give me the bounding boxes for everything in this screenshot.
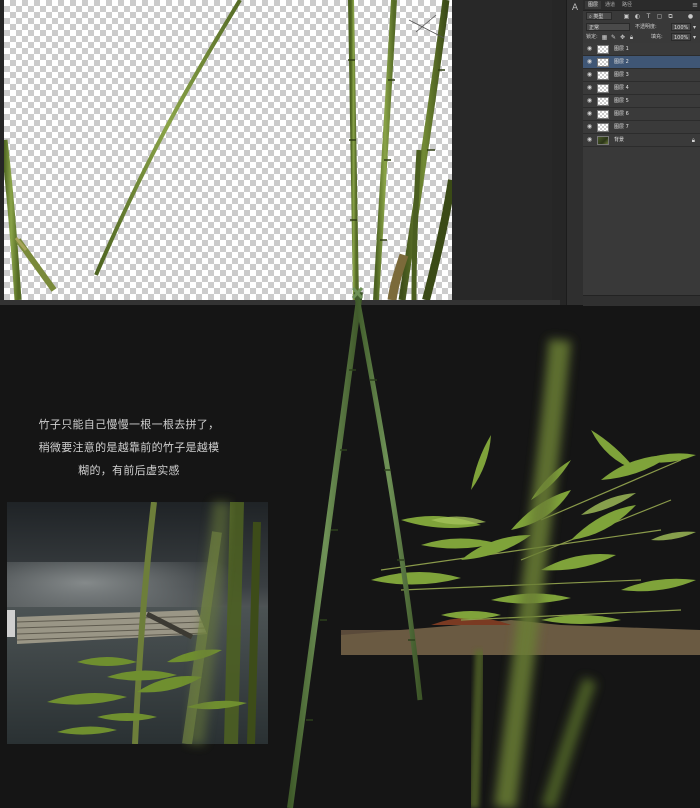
blend-row: 正常 不透明度: 100% ▾ xyxy=(583,22,700,32)
layers-panel-footer xyxy=(583,295,700,306)
layer-name[interactable]: 图层 4 xyxy=(614,84,629,93)
layer-row[interactable]: ◉ 图层 3 xyxy=(583,69,700,82)
chevron-down-icon[interactable]: ▾ xyxy=(691,24,698,31)
layer-thumbnail xyxy=(597,136,609,145)
workspace-pasteboard xyxy=(452,0,552,305)
layer-row[interactable]: ◉ 背景 🔒︎ xyxy=(583,134,700,147)
layer-name[interactable]: 图层 2 xyxy=(614,58,629,67)
fill-label: 填充: xyxy=(651,34,663,40)
lock-image-icon[interactable]: ✎ xyxy=(610,34,617,41)
layer-thumbnail xyxy=(597,97,609,106)
eye-icon[interactable]: ◉ xyxy=(586,59,593,65)
layer-row[interactable]: ◉ 图层 4 xyxy=(583,82,700,95)
eye-icon[interactable]: ◉ xyxy=(586,124,593,130)
filter-kind-label: 类型 xyxy=(593,14,604,20)
chevron-down-icon[interactable]: ▾ xyxy=(691,34,698,41)
layer-thumbnail xyxy=(597,58,609,67)
bamboo-leaves-cluster xyxy=(341,430,700,655)
layer-thumbnail xyxy=(597,71,609,80)
character-icon[interactable]: A xyxy=(570,3,580,13)
eye-icon[interactable]: ◉ xyxy=(586,111,593,117)
eye-icon[interactable]: ◉ xyxy=(586,72,593,78)
caption-line-2: 稍微要注意的是越靠前的竹子是越模 xyxy=(38,441,220,454)
layers-list: ◉ 图层 1 ◉ 图层 2 ◉ 图层 3 ◉ 图层 4 ◉ 图层 5 ◉ 图层 6 ◉ 图层 7 ◉ 背景 🔒︎ xyxy=(583,43,700,147)
bamboo-cutout-artwork xyxy=(4,0,452,300)
river-bamboo-scene xyxy=(7,502,268,744)
caption-line-3: 糊的，有前后虚实感 xyxy=(78,464,180,477)
layer-thumbnail xyxy=(597,110,609,119)
eye-icon[interactable]: ◉ xyxy=(586,98,593,104)
tutorial-caption: 竹子只能自己慢慢一根一根去拼了， 稍微要注意的是越靠前的竹子是越模 糊的，有前后… xyxy=(14,413,244,482)
layer-row[interactable]: ◉ 图层 2 xyxy=(583,56,700,69)
layer-name[interactable]: 图层 3 xyxy=(614,71,629,80)
layer-name[interactable]: 图层 1 xyxy=(614,45,629,54)
document-canvas[interactable] xyxy=(4,0,452,300)
preview-photo-river xyxy=(7,502,268,744)
layer-row[interactable]: ◉ 图层 6 xyxy=(583,108,700,121)
panel-menu-icon[interactable]: ≡ xyxy=(692,0,698,10)
tab-layers[interactable]: 图层 xyxy=(585,1,602,9)
tab-channels[interactable]: 通道 xyxy=(602,1,618,9)
lock-label: 锁定: xyxy=(586,34,598,40)
lock-row: 锁定: ▦ ✎ ✥ 🔒︎ 填充: 100% ▾ xyxy=(583,32,700,42)
blend-mode-select[interactable]: 正常 xyxy=(586,23,630,31)
layer-thumbnail xyxy=(597,123,609,132)
layer-filter-row: ⌕ 类型 ▣ ◐ T ▢ ⧉ ● xyxy=(583,11,700,21)
panel-dock-strip: A xyxy=(566,0,584,305)
layer-name[interactable]: 背景 xyxy=(614,136,624,145)
preview-photo-bamboo-leaves xyxy=(341,420,700,655)
layer-name[interactable]: 图层 7 xyxy=(614,123,629,132)
layer-thumbnail xyxy=(597,45,609,54)
lock-all-icon[interactable]: 🔒︎ xyxy=(628,34,635,41)
lock-transparent-icon[interactable]: ▦ xyxy=(601,34,608,41)
filter-pixel-icon[interactable]: ▣ xyxy=(623,13,630,20)
layer-row[interactable]: ◉ 图层 7 xyxy=(583,121,700,134)
tab-paths[interactable]: 路径 xyxy=(619,1,635,9)
fill-field[interactable]: 100% xyxy=(671,33,691,41)
filter-kind-select[interactable]: ⌕ 类型 xyxy=(586,12,612,20)
filter-shape-icon[interactable]: ▢ xyxy=(656,13,663,20)
eye-icon[interactable]: ◉ xyxy=(586,85,593,91)
filter-type-icon[interactable]: T xyxy=(645,13,652,20)
opacity-field[interactable]: 100% xyxy=(671,23,691,31)
eye-icon[interactable]: ◉ xyxy=(586,137,593,143)
filter-toggle-icon[interactable]: ● xyxy=(687,13,694,20)
layer-row[interactable]: ◉ 图层 5 xyxy=(583,95,700,108)
layer-name[interactable]: 图层 5 xyxy=(614,97,629,106)
layers-panel: 图层 通道 路径 ≡ ⌕ 类型 ▣ ◐ T ▢ ⧉ ● 正常 不透明度: 100… xyxy=(583,0,700,306)
tutorial-page: A 图层 通道 路径 ≡ ⌕ 类型 ▣ ◐ T ▢ ⧉ ● 正常 不透明度: 1… xyxy=(0,0,700,808)
opacity-label: 不透明度: xyxy=(635,24,657,30)
layer-name[interactable]: 图层 6 xyxy=(614,110,629,119)
panel-tabs: 图层 通道 路径 ≡ xyxy=(583,0,700,11)
search-icon: ⌕ xyxy=(589,14,592,20)
filter-adjustment-icon[interactable]: ◐ xyxy=(634,13,641,20)
layer-row[interactable]: ◉ 图层 1 xyxy=(583,43,700,56)
lock-position-icon[interactable]: ✥ xyxy=(619,34,626,41)
caption-line-1: 竹子只能自己慢慢一根一根去拼了， xyxy=(38,418,220,431)
photoshop-workspace: A 图层 通道 路径 ≡ ⌕ 类型 ▣ ◐ T ▢ ⧉ ● 正常 不透明度: 1… xyxy=(0,0,700,306)
filter-smart-object-icon[interactable]: ⧉ xyxy=(667,13,674,20)
canvas-bottom-edge xyxy=(0,300,560,305)
eye-icon[interactable]: ◉ xyxy=(586,46,593,52)
lock-icon: 🔒︎ xyxy=(691,137,695,144)
layer-thumbnail xyxy=(597,84,609,93)
